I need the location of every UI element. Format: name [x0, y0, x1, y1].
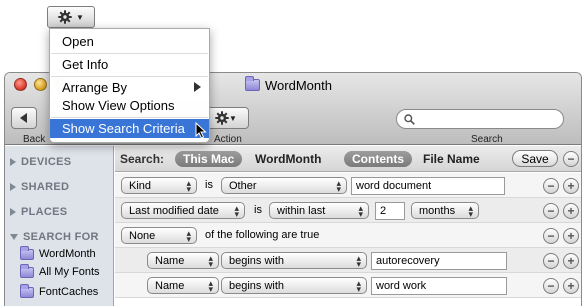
menu-separator	[51, 53, 208, 54]
search-criteria-panel: Search: This Mac WordMonth Contents File…	[115, 146, 581, 306]
operator-popup[interactable]: begins with ▴ ▾	[221, 277, 367, 294]
criteria-text: of the following are true	[205, 229, 320, 241]
sidebar-item-wordmonth[interactable]: WordMonth	[20, 245, 96, 260]
popup-arrows-icon: ▴ ▾	[208, 253, 213, 269]
unit-popup[interactable]: months ▴ ▾	[411, 202, 479, 219]
period-value-field[interactable]	[375, 202, 405, 220]
group-operator-popup[interactable]: None ▴ ▾	[121, 227, 197, 244]
popup-arrows-icon: ▴ ▾	[186, 228, 191, 244]
popup-arrows-icon: ▴ ▾	[186, 178, 191, 194]
attribute-popup[interactable]: Name ▴ ▾	[147, 252, 219, 269]
popup-arrows-icon: ▴ ▾	[468, 203, 473, 219]
smart-folder-icon	[20, 283, 34, 298]
search-field[interactable]	[396, 109, 564, 129]
name-value-field[interactable]	[371, 277, 507, 295]
popup-arrows-icon: ▴ ▾	[356, 278, 361, 294]
remove-criteria-button[interactable]: −	[543, 278, 559, 294]
menu-item-show-search-criteria[interactable]: Show Search Criteria	[50, 119, 209, 138]
search-label: Search	[471, 134, 503, 145]
add-criteria-button[interactable]: +	[563, 203, 579, 219]
smart-folder-icon	[20, 245, 34, 260]
search-input[interactable]	[419, 111, 557, 127]
action-label: Action	[214, 134, 242, 145]
criteria-row-none-group: None ▴ ▾ of the following are true − +	[115, 223, 581, 248]
mouse-pointer-icon	[195, 122, 207, 139]
menu-separator	[51, 76, 208, 77]
disclosure-triangle-icon	[10, 234, 18, 240]
remove-criteria-button[interactable]: −	[543, 178, 559, 194]
sidebar-section-devices[interactable]: DEVICES	[10, 156, 71, 168]
kind-value-field[interactable]	[351, 177, 505, 195]
back-arrow-icon	[20, 113, 27, 123]
disclosure-triangle-icon	[10, 158, 16, 166]
operator-popup[interactable]: begins with ▴ ▾	[221, 252, 367, 269]
criteria-row-last-modified: Last modified date ▴ ▾ is within last ▴ ▾ …	[115, 198, 581, 223]
menu-item-show-view-options[interactable]: Show View Options	[50, 96, 209, 115]
popup-arrows-icon: ▴ ▾	[356, 253, 361, 269]
add-criteria-button[interactable]: +	[563, 228, 579, 244]
popup-arrows-icon: ▴ ▾	[358, 203, 363, 219]
back-button[interactable]	[11, 107, 37, 129]
operator-popup[interactable]: within last ▴ ▾	[269, 202, 369, 219]
name-value-field[interactable]	[371, 252, 507, 270]
action-menu: Open Get Info Arrange By Show View Optio…	[49, 28, 210, 143]
disclosure-triangle-icon	[10, 183, 16, 191]
window-title-text: WordMonth	[265, 77, 332, 93]
criteria-row-name-1: Name ▴▾ begins with ▴▾ − +	[115, 248, 581, 273]
remove-scope-button[interactable]: −	[563, 151, 579, 167]
gear-icon	[58, 10, 72, 24]
criteria-row-kind: Kind ▴▾ is Other ▴▾ − +	[115, 173, 581, 198]
close-window-button[interactable]	[14, 78, 27, 91]
chevron-down-icon: ▼	[229, 113, 237, 123]
action-menu-button[interactable]: ▼	[47, 6, 95, 28]
chevron-down-icon: ▼	[76, 12, 84, 22]
criteria-text: is	[254, 204, 262, 216]
sidebar-section-shared[interactable]: SHARED	[10, 181, 69, 193]
sidebar-item-fontcaches[interactable]: FontCaches	[20, 283, 98, 298]
scope-contents-button[interactable]: Contents	[344, 151, 412, 167]
folder-icon	[245, 76, 260, 91]
add-criteria-button[interactable]: +	[563, 253, 579, 269]
menu-separator	[51, 117, 208, 118]
remove-criteria-button[interactable]: −	[543, 228, 559, 244]
popup-arrows-icon: ▴ ▾	[234, 203, 239, 219]
sidebar-section-places[interactable]: PLACES	[10, 206, 67, 218]
add-criteria-button[interactable]: +	[563, 178, 579, 194]
add-criteria-button[interactable]: +	[563, 278, 579, 294]
window-title: WordMonth	[245, 76, 332, 93]
menu-item-get-info[interactable]: Get Info	[50, 55, 209, 74]
smart-folder-icon	[20, 263, 34, 278]
back-label: Back	[23, 134, 46, 145]
search-scope-bar: Search: This Mac WordMonth Contents File…	[115, 146, 581, 172]
remove-criteria-button[interactable]: −	[543, 203, 559, 219]
criteria-row-name-2: Name ▴▾ begins with ▴▾ − +	[115, 273, 581, 298]
minimize-window-button[interactable]	[34, 78, 47, 91]
scope-folder-button[interactable]: WordMonth	[255, 152, 321, 166]
sidebar-section-search-for[interactable]: SEARCH FOR	[10, 231, 99, 243]
sidebar: DEVICES SHARED PLACES SEARCH FOR WordMon…	[5, 146, 114, 306]
search-scope-label: Search:	[120, 152, 165, 166]
attribute-popup[interactable]: Kind ▴ ▾	[121, 177, 197, 194]
attribute-popup[interactable]: Name ▴ ▾	[147, 277, 219, 294]
menu-item-open[interactable]: Open	[50, 32, 209, 51]
save-button[interactable]: Save	[512, 150, 558, 167]
menu-item-arrange-by[interactable]: Arrange By	[50, 78, 209, 97]
popup-arrows-icon: ▴ ▾	[336, 178, 341, 194]
search-icon	[404, 114, 415, 125]
scope-this-mac-button[interactable]: This Mac	[175, 151, 243, 167]
submenu-arrow-icon	[194, 82, 201, 92]
popup-arrows-icon: ▴ ▾	[208, 278, 213, 294]
remove-criteria-button[interactable]: −	[543, 253, 559, 269]
sidebar-item-all-my-fonts[interactable]: All My Fonts	[20, 263, 100, 278]
operator-popup[interactable]: Other ▴ ▾	[221, 177, 347, 194]
gear-icon	[215, 111, 229, 125]
disclosure-triangle-icon	[10, 208, 16, 216]
criteria-text: is	[205, 179, 213, 191]
scope-file-name-button[interactable]: File Name	[423, 152, 480, 166]
attribute-popup[interactable]: Last modified date ▴ ▾	[121, 202, 245, 219]
